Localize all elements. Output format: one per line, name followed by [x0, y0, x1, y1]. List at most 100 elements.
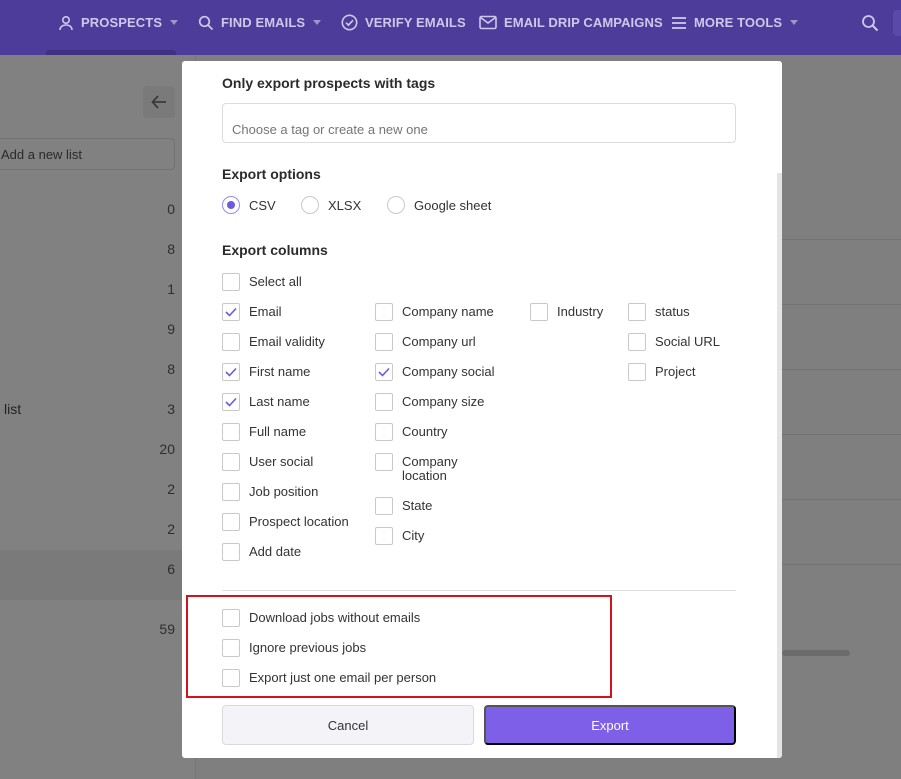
nav-prospects[interactable]: PROSPECTS [58, 0, 179, 45]
nav-find-emails[interactable]: FIND EMAILS [198, 0, 322, 45]
checkbox[interactable] [530, 303, 548, 321]
checkbox-job-position[interactable]: Job position [222, 483, 318, 501]
checkbox-company-url[interactable]: Company url [375, 333, 476, 351]
export-button[interactable]: Export [484, 705, 736, 745]
checkbox[interactable] [222, 639, 240, 657]
checkbox[interactable] [375, 333, 393, 351]
radio-button[interactable] [222, 196, 240, 214]
checkbox-prospect-location[interactable]: Prospect location [222, 513, 349, 531]
checkbox-add-date[interactable]: Add date [222, 543, 301, 561]
checkbox[interactable] [222, 303, 240, 321]
checkbox-label: User social [249, 454, 314, 469]
checkbox[interactable] [222, 483, 240, 501]
radio-google-sheet[interactable]: Google sheet [387, 196, 491, 214]
checkbox-last-name[interactable]: Last name [222, 393, 310, 411]
cancel-button[interactable]: Cancel [222, 705, 474, 745]
checkbox[interactable] [222, 363, 240, 381]
checkbox[interactable] [222, 273, 240, 291]
checkbox-state[interactable]: State [375, 497, 432, 515]
checkbox-company-name[interactable]: Company name [375, 303, 494, 321]
checkbox-label: City [402, 528, 425, 543]
checkbox-download-jobs-without-emails[interactable]: Download jobs without emails [222, 609, 420, 627]
checkbox-social-url[interactable]: Social URL [628, 333, 720, 351]
nav-verify-emails[interactable]: VERIFY EMAILS [341, 0, 466, 45]
nav-find-emails-label: FIND EMAILS [221, 15, 306, 30]
checkbox-label: Export just one email per person [249, 670, 437, 685]
modal-scrollbar[interactable] [777, 118, 782, 758]
table-row-divider [782, 304, 901, 305]
checkbox-label: Job position [249, 484, 319, 499]
add-list-input[interactable]: Add a new list [0, 138, 175, 170]
checkbox-full-name[interactable]: Full name [222, 423, 306, 441]
checkbox-one-email-per-person[interactable]: Export just one email per person [222, 669, 436, 687]
checkbox[interactable] [222, 333, 240, 351]
checkbox[interactable] [222, 543, 240, 561]
radio-xlsx[interactable]: XLSX [301, 196, 361, 214]
checkbox-company-social[interactable]: Company social [375, 363, 495, 381]
export-modal: Only export prospects with tags Export o… [182, 61, 782, 758]
checkbox-label: Email validity [249, 334, 325, 349]
tag-input[interactable] [222, 103, 736, 143]
checkbox-company-location[interactable]: Company location [375, 453, 472, 483]
list-count: 20 [159, 441, 175, 457]
checkbox[interactable] [375, 497, 393, 515]
checkbox[interactable] [375, 303, 393, 321]
menu-icon [672, 16, 686, 29]
checkbox-email-validity[interactable]: Email validity [222, 333, 325, 351]
checkbox-ignore-previous-jobs[interactable]: Ignore previous jobs [222, 639, 366, 657]
list-count: 9 [167, 321, 175, 337]
list-count: 2 [167, 521, 175, 537]
radio-csv[interactable]: CSV [222, 196, 276, 214]
radio-label: CSV [249, 197, 276, 213]
checkbox-email[interactable]: Email [222, 303, 282, 321]
horizontal-scrollbar[interactable] [782, 650, 850, 656]
checkbox-label: status [655, 304, 690, 319]
section-divider [222, 590, 736, 591]
checkbox-company-size[interactable]: Company size [375, 393, 484, 411]
checkbox[interactable] [222, 453, 240, 471]
checkbox[interactable] [222, 423, 240, 441]
checkbox-first-name[interactable]: First name [222, 363, 310, 381]
table-row-divider [782, 239, 901, 240]
checkbox[interactable] [375, 453, 393, 471]
table-row-divider [782, 564, 901, 565]
user-icon [59, 15, 73, 30]
checkbox-status[interactable]: status [628, 303, 690, 321]
check-circle-icon [341, 14, 358, 31]
list-count: 8 [167, 361, 175, 377]
checkbox[interactable] [375, 363, 393, 381]
checkbox-label: Social URL [655, 334, 721, 349]
checkbox-city[interactable]: City [375, 527, 424, 545]
checkbox-country[interactable]: Country [375, 423, 448, 441]
chevron-down-icon [313, 20, 322, 25]
checkbox[interactable] [375, 393, 393, 411]
back-button[interactable] [143, 86, 175, 118]
checkbox[interactable] [628, 333, 646, 351]
checkbox[interactable] [222, 669, 240, 687]
radio-button[interactable] [387, 196, 405, 214]
checkbox[interactable] [375, 423, 393, 441]
list-count: 0 [167, 201, 175, 217]
checkbox[interactable] [222, 609, 240, 627]
list-count: 1 [167, 281, 175, 297]
list-count: 59 [159, 621, 175, 637]
checkbox-label: Company social [402, 364, 495, 379]
checkbox[interactable] [628, 303, 646, 321]
nav-email-drip-campaigns[interactable]: EMAIL DRIP CAMPAIGNS [479, 0, 663, 45]
nav-more-tools[interactable]: MORE TOOLS [671, 0, 799, 45]
radio-label: XLSX [328, 197, 362, 213]
radio-button[interactable] [301, 196, 319, 214]
checkbox-select-all[interactable]: Select all [222, 273, 302, 291]
checkbox-project[interactable]: Project [628, 363, 695, 381]
chevron-down-icon [790, 20, 799, 25]
checkbox-user-social[interactable]: User social [222, 453, 313, 471]
checkbox-industry[interactable]: Industry [530, 303, 603, 321]
checkbox[interactable] [222, 393, 240, 411]
checkbox[interactable] [222, 513, 240, 531]
global-search-button[interactable] [861, 14, 879, 37]
nav-prospects-label: PROSPECTS [81, 15, 163, 30]
list-count: 2 [167, 481, 175, 497]
checkbox[interactable] [628, 363, 646, 381]
tags-section-title: Only export prospects with tags [222, 75, 436, 91]
checkbox[interactable] [375, 527, 393, 545]
